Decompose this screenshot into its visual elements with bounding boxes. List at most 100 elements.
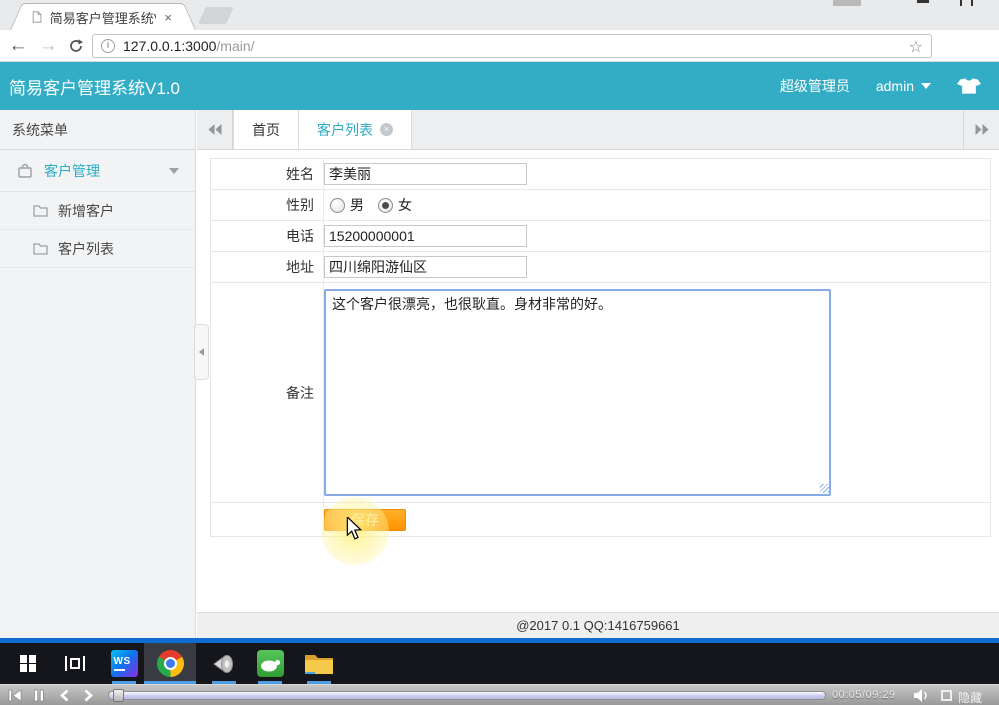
tab-label: 客户列表 <box>317 120 373 140</box>
folder-icon <box>33 204 48 217</box>
folder-explorer-icon <box>304 652 334 676</box>
save-button[interactable]: 保存 <box>324 509 406 531</box>
webstorm-taskbar-button[interactable]: WS <box>104 643 144 684</box>
back-icon[interactable]: ← <box>4 30 32 62</box>
time-display: 00:05/09:29 <box>832 689 896 701</box>
gender-male-label: 男 <box>350 195 364 215</box>
tabs-scroll-left-button[interactable] <box>197 110 233 149</box>
textarea-resize-grip[interactable] <box>820 484 829 493</box>
content-tab-bar: 首页 客户列表 × <box>197 110 999 150</box>
start-button[interactable] <box>8 643 48 684</box>
bag-icon <box>17 163 33 179</box>
url-path: /main/ <box>216 38 254 54</box>
window-close-icon[interactable] <box>960 0 973 6</box>
sidebar-item-customer-list[interactable]: 客户列表 <box>0 230 195 268</box>
next-button[interactable] <box>79 687 97 704</box>
gender-male-option[interactable]: 男 <box>330 195 364 215</box>
name-input[interactable] <box>324 163 527 185</box>
file-explorer-taskbar-button[interactable] <box>298 643 340 684</box>
task-view-button[interactable] <box>56 643 94 684</box>
pause-button[interactable] <box>30 687 48 704</box>
gender-female-label: 女 <box>398 195 412 215</box>
sidebar: 系统菜单 客户管理 新增客户 客户列表 <box>0 110 196 638</box>
radio-female-checked[interactable] <box>378 198 393 213</box>
gender-label: 性别 <box>211 190 324 220</box>
video-player-bar: 00:05/09:29 隐藏 <box>0 684 999 705</box>
chevron-down-icon <box>169 168 179 174</box>
hide-checkbox[interactable] <box>941 690 952 701</box>
radio-male[interactable] <box>330 198 345 213</box>
speaker-app-icon <box>211 651 237 677</box>
customer-form: 姓名 性别 男 女 电话 <box>210 158 991 537</box>
page-document-icon <box>32 10 42 24</box>
seek-handle[interactable] <box>113 689 124 702</box>
sidebar-item-add-customer[interactable]: 新增客户 <box>0 192 195 230</box>
audio-app-taskbar-button[interactable] <box>204 643 244 684</box>
gender-female-option[interactable]: 女 <box>378 195 412 215</box>
volume-icon[interactable] <box>913 688 930 703</box>
previous-button[interactable] <box>55 687 73 704</box>
window-maximize-icon[interactable] <box>917 0 929 3</box>
sidebar-group-label: 客户管理 <box>44 161 100 181</box>
remark-textarea[interactable]: 这个客户很漂亮，也很耿直。身材非常的好。 <box>324 289 831 496</box>
phone-label: 电话 <box>211 221 324 251</box>
skip-to-start-button[interactable] <box>6 687 24 704</box>
folder-icon <box>33 242 48 255</box>
app-title: 简易客户管理系统V1.0 <box>0 74 180 99</box>
user-role-label: 超级管理员 <box>780 76 850 96</box>
page-info-icon[interactable]: i <box>101 39 115 53</box>
browser-tab-title: 简易客户管理系统V1.0 <box>50 8 157 27</box>
collapse-left-icon <box>199 348 204 356</box>
url-host: 127.0.0.1:3000 <box>123 38 216 54</box>
forward-icon: → <box>34 30 62 62</box>
remark-label: 备注 <box>211 283 324 502</box>
seek-bar[interactable] <box>108 691 826 700</box>
name-label: 姓名 <box>211 159 324 189</box>
hide-label[interactable]: 隐藏 <box>958 689 982 705</box>
tab-customer-list[interactable]: 客户列表 × <box>299 110 412 149</box>
form-row-name: 姓名 <box>211 159 990 190</box>
reload-icon[interactable] <box>62 30 90 62</box>
browser-tabstrip: 简易客户管理系统V1.0 × <box>0 0 999 30</box>
tab-label: 首页 <box>252 120 280 140</box>
form-row-gender: 性别 男 女 <box>211 190 990 221</box>
form-row-remark: 备注 这个客户很漂亮，也很耿直。身材非常的好。 <box>211 283 990 503</box>
sidebar-item-label: 客户列表 <box>58 239 114 259</box>
tab-close-icon[interactable]: × <box>164 11 172 24</box>
sidebar-collapse-handle[interactable] <box>194 324 209 380</box>
phone-input[interactable] <box>324 225 527 247</box>
green-app-taskbar-button[interactable] <box>250 643 290 684</box>
window-minimize-icon[interactable] <box>833 0 861 6</box>
address-label: 地址 <box>211 252 324 282</box>
new-tab-button[interactable] <box>198 7 234 24</box>
address-input[interactable] <box>324 256 527 278</box>
form-row-address: 地址 <box>211 252 990 283</box>
bookmark-star-icon[interactable]: ☆ <box>909 37 923 57</box>
username: admin <box>876 78 914 94</box>
browser-tab[interactable]: 简易客户管理系统V1.0 × <box>24 3 182 30</box>
double-arrow-left-icon <box>208 124 222 135</box>
tab-close-icon[interactable]: × <box>380 123 393 136</box>
tab-home[interactable]: 首页 <box>233 110 299 149</box>
sidebar-item-label: 新增客户 <box>58 201 114 221</box>
form-row-phone: 电话 <box>211 221 990 252</box>
windows-logo-icon <box>20 655 37 672</box>
green-app-icon <box>257 650 284 677</box>
address-bar[interactable]: i 127.0.0.1:3000/main/ ☆ <box>92 34 932 58</box>
shirt-icon[interactable] <box>957 78 981 94</box>
app-header: 简易客户管理系统V1.0 超级管理员 admin <box>0 62 999 110</box>
user-menu[interactable]: admin <box>876 78 931 94</box>
sidebar-title: 系统菜单 <box>0 110 195 150</box>
task-view-icon <box>65 656 85 671</box>
form-row-save: 保存 <box>211 503 990 537</box>
chrome-icon <box>157 650 184 677</box>
tabs-scroll-right-button[interactable] <box>963 110 999 149</box>
windows-taskbar: WS <box>0 643 999 684</box>
chrome-taskbar-button[interactable] <box>144 643 196 684</box>
caret-down-icon <box>921 83 931 89</box>
page-footer: @2017 0.1 QQ:1416759661 <box>197 612 999 638</box>
screen: 简易客户管理系统V1.0 × ← → i 127.0.0.1:3000/main… <box>0 0 999 705</box>
webstorm-icon: WS <box>111 650 138 677</box>
double-arrow-right-icon <box>975 124 989 135</box>
sidebar-group-customer-management[interactable]: 客户管理 <box>0 150 195 192</box>
